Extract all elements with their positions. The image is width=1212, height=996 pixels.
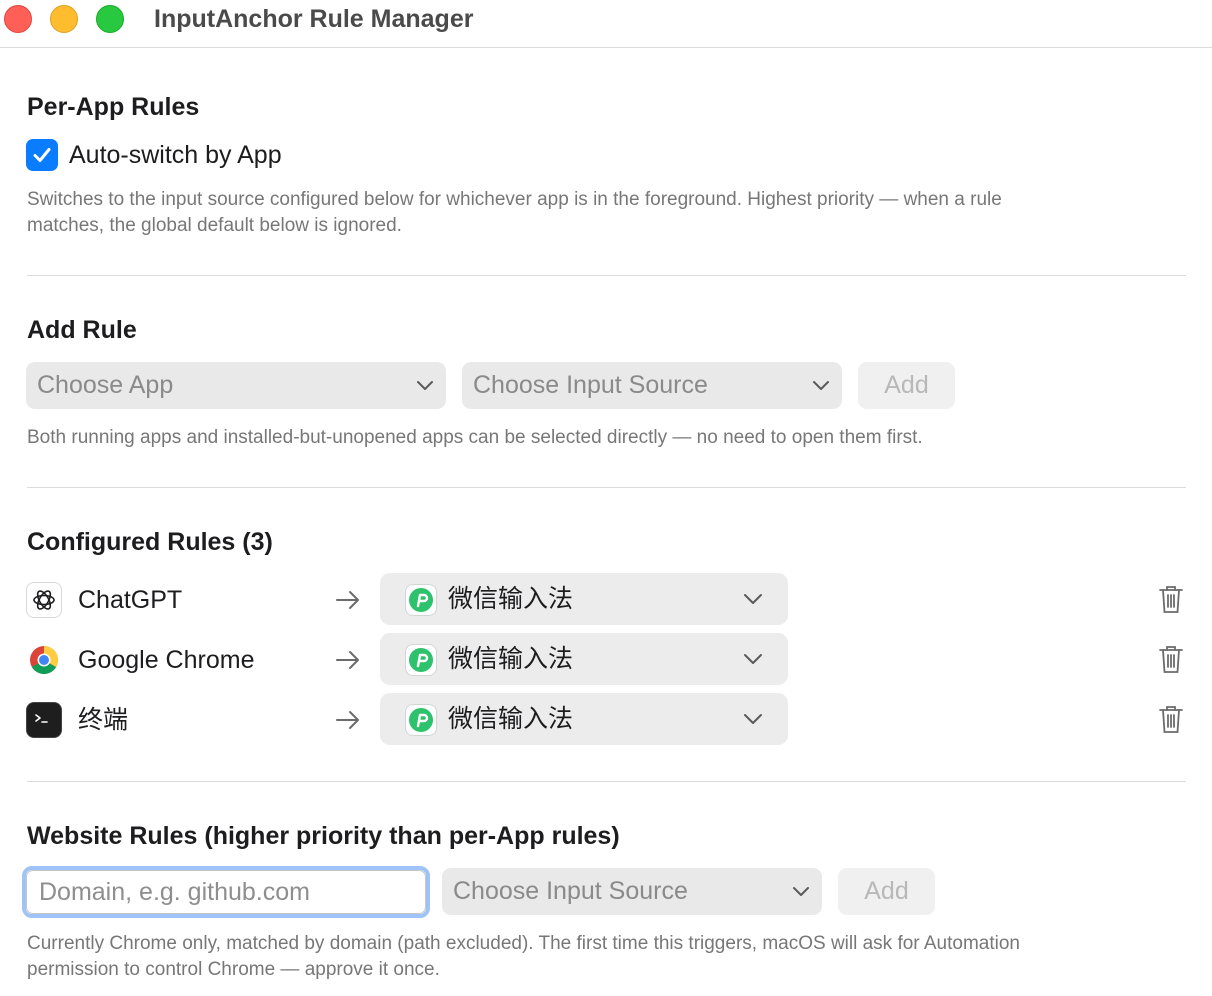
terminal-icon [26, 702, 62, 738]
domain-input-wrapper [22, 866, 430, 918]
auto-switch-label[interactable]: Auto-switch by App [69, 139, 282, 171]
website-hint-line1: Currently Chrome only, matched by domain… [27, 933, 1020, 954]
chrome-icon [26, 642, 62, 678]
configured-rules-heading: Configured Rules (3) [27, 528, 273, 556]
arrow-right-icon [336, 651, 359, 669]
add-website-rule-button[interactable]: Add [838, 868, 935, 915]
choose-input-source-select[interactable]: Choose Input Source [462, 362, 842, 409]
divider [27, 781, 1186, 782]
choose-app-select[interactable]: Choose App [26, 362, 446, 409]
auto-switch-checkbox[interactable] [26, 139, 58, 171]
rule-input-source-select[interactable]: 微信输入法 [380, 633, 788, 685]
website-input-source-value: Choose Input Source [453, 877, 688, 905]
website-input-source-select[interactable]: Choose Input Source [442, 868, 822, 915]
arrow-right-icon [336, 591, 359, 609]
rule-input-source-value: 微信输入法 [448, 585, 574, 613]
rule-app-name: Google Chrome [78, 646, 255, 674]
per-app-rules-heading: Per-App Rules [27, 93, 200, 121]
choose-input-source-value: Choose Input Source [473, 371, 708, 399]
divider [27, 275, 1186, 276]
add-rule-heading: Add Rule [27, 316, 137, 344]
rule-input-source-select[interactable]: 微信输入法 [380, 573, 788, 625]
wechat-input-icon [405, 584, 437, 616]
title-bar: InputAnchor Rule Manager [0, 0, 1212, 48]
domain-input[interactable] [26, 870, 426, 914]
chevron-down-icon [744, 714, 762, 724]
rule-app-name: ChatGPT [78, 586, 183, 614]
minimize-window-button[interactable] [50, 5, 78, 33]
website-hint-line2: permission to control Chrome — approve i… [27, 959, 440, 980]
chevron-down-icon [813, 381, 829, 390]
chevron-down-icon [744, 654, 762, 664]
checkmark-icon [33, 148, 51, 162]
website-rules-heading: Website Rules (higher priority than per-… [27, 822, 620, 850]
per-app-description-line1: Switches to the input source configured … [27, 189, 1002, 210]
per-app-description-line2: matches, the global default below is ign… [27, 215, 402, 236]
close-window-button[interactable] [4, 5, 32, 33]
chevron-down-icon [744, 594, 762, 604]
wechat-input-icon [405, 704, 437, 736]
add-rule-hint: Both running apps and installed-but-unop… [27, 427, 923, 448]
wechat-input-icon [405, 644, 437, 676]
chevron-down-icon [793, 887, 809, 896]
add-rule-button[interactable]: Add [858, 362, 955, 409]
arrow-right-icon [336, 711, 359, 729]
rule-input-source-value: 微信输入法 [448, 645, 574, 673]
trash-icon[interactable] [1158, 584, 1184, 614]
trash-icon[interactable] [1158, 644, 1184, 674]
chevron-down-icon [417, 381, 433, 390]
rule-input-source-select[interactable]: 微信输入法 [380, 693, 788, 745]
choose-app-value: Choose App [37, 371, 174, 399]
rule-app-name: 终端 [78, 706, 129, 734]
divider [27, 487, 1186, 488]
trash-icon[interactable] [1158, 704, 1184, 734]
chatgpt-icon [26, 582, 62, 618]
rule-input-source-value: 微信输入法 [448, 705, 574, 733]
zoom-window-button[interactable] [96, 5, 124, 33]
window-title: InputAnchor Rule Manager [154, 5, 474, 33]
